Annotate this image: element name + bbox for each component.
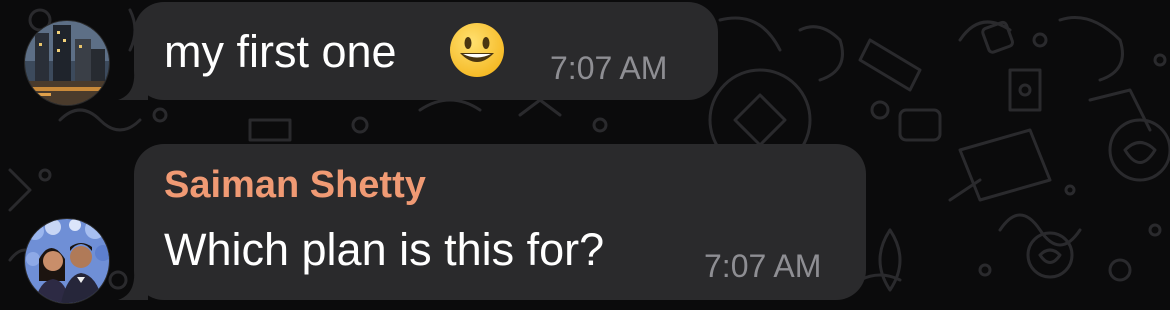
message-bubble[interactable]: my first one 7:07 AM — [118, 2, 718, 100]
message-text: Which plan is this for? — [164, 224, 605, 275]
grinning-face-emoji-icon — [450, 23, 504, 77]
chat-view: my first one 7:07 AM Saiman Shetty Which… — [0, 0, 1170, 310]
avatar-city-night-photo-icon — [25, 21, 109, 105]
message-text: my first one — [164, 26, 397, 77]
bubble-tail — [118, 70, 148, 100]
message-bubble[interactable]: Saiman Shetty Which plan is this for? 7:… — [118, 144, 866, 300]
message-timestamp: 7:07 AM — [550, 50, 668, 86]
sender-avatar[interactable] — [24, 218, 110, 304]
bubble-tail — [118, 270, 148, 300]
sender-name[interactable]: Saiman Shetty — [164, 164, 426, 207]
sender-avatar[interactable] — [24, 20, 110, 106]
avatar-couple-photo-icon — [25, 219, 109, 303]
message-timestamp: 7:07 AM — [704, 248, 822, 284]
